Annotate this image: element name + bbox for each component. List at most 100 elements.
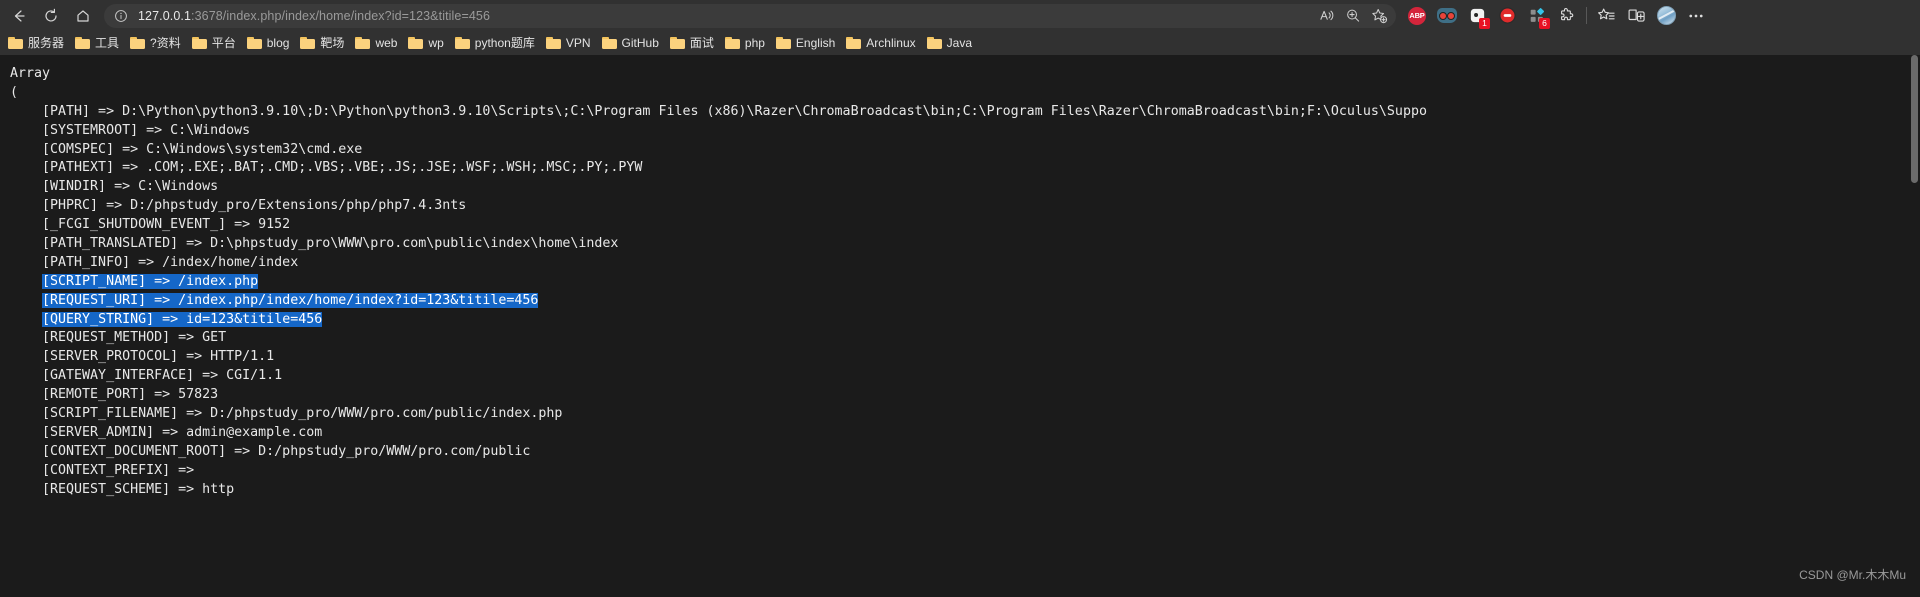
folder-icon [75, 37, 91, 49]
folder-icon [300, 37, 316, 49]
profile-avatar[interactable] [1651, 2, 1681, 30]
dump-header: Array [10, 66, 51, 81]
folder-icon [355, 37, 371, 49]
folder-icon [926, 37, 942, 49]
dump-row: [PATH_INFO] => /index/home/index [10, 254, 299, 270]
bookmark-label: Archlinux [866, 36, 916, 50]
url-host: 127.0.0.1 [138, 8, 192, 23]
dump-row: [GATEWAY_INTERFACE] => CGI/1.1 [10, 368, 283, 384]
bookmark-label: 服务器 [28, 36, 65, 50]
dump-row: [CONTEXT_DOCUMENT_ROOT] => D:/phpstudy_p… [10, 443, 531, 459]
bookmark-label: wp [428, 36, 444, 50]
address-bar[interactable]: 127.0.0.1:3678/index.php/index/home/inde… [104, 3, 1396, 28]
apps-extension-icon[interactable]: 6 [1522, 2, 1552, 30]
bookmark-item[interactable]: Archlinux [842, 33, 921, 53]
folder-icon [191, 37, 207, 49]
scrollbar-thumb[interactable] [1911, 55, 1918, 183]
split-screen-icon[interactable] [1621, 2, 1651, 30]
bookmark-label: 靶场 [320, 36, 345, 50]
zoom-magnifier-icon[interactable] [1340, 5, 1366, 27]
bookmark-item[interactable]: English [772, 33, 841, 53]
dump-row: [REQUEST_URI] => /index.php/index/home/i… [10, 292, 1920, 311]
dump-open-paren: ( [10, 84, 19, 100]
dump-row: [REQUEST_SCHEME] => http [10, 481, 235, 497]
dump-row: [SCRIPT_NAME] => /index.php [10, 273, 1920, 292]
read-aloud-icon[interactable] [1314, 5, 1340, 27]
server-array-dump: Array ( [PATH] => D:\Python\python3.9.10\… [0, 55, 1920, 499]
bookmark-item[interactable]: 靶场 [296, 33, 350, 53]
collections-icon[interactable] [1591, 2, 1621, 30]
selected-text: [REQUEST_URI] => /index.php/index/home/i… [42, 292, 539, 308]
bookmark-item[interactable]: 工具 [71, 33, 125, 53]
browser-toolbar: 127.0.0.1:3678/index.php/index/home/inde… [0, 0, 1920, 31]
back-button[interactable] [4, 3, 34, 29]
bookmark-label: GitHub [621, 36, 659, 50]
bookmark-item[interactable]: blog [243, 33, 296, 53]
bookmark-item[interactable]: GitHub [598, 33, 665, 53]
url-text[interactable]: 127.0.0.1:3678/index.php/index/home/inde… [138, 9, 1314, 23]
extensions-puzzle-icon[interactable] [1552, 2, 1582, 30]
settings-and-more-icon[interactable] [1681, 2, 1711, 30]
bookmark-label: web [375, 36, 398, 50]
add-favorite-star-icon[interactable] [1366, 5, 1392, 27]
bookmark-item[interactable]: VPN [542, 33, 597, 53]
dump-row: [SERVER_PROTOCOL] => HTTP/1.1 [10, 349, 275, 365]
folder-icon [669, 37, 685, 49]
dump-row: [REMOTE_PORT] => 57823 [10, 387, 219, 403]
toolbar-right-icons: ABP 1 6 [1402, 0, 1711, 31]
folder-icon [724, 37, 740, 49]
refresh-button[interactable] [36, 3, 66, 29]
dump-row: [WINDIR] => C:\Windows [10, 179, 219, 195]
bookmark-label: 面试 [689, 36, 714, 50]
robot-extension-icon[interactable] [1432, 2, 1462, 30]
dump-row: [PATH] => D:\Python\python3.9.10\;D:\Pyt… [10, 103, 1427, 119]
toolbar-divider [1586, 7, 1587, 24]
bookmark-label: 平台 [211, 36, 236, 50]
bookmark-item[interactable]: 面试 [666, 33, 720, 53]
bookmark-label: blog [266, 36, 290, 50]
browser-chrome: 127.0.0.1:3678/index.php/index/home/inde… [0, 0, 1920, 55]
folder-icon [601, 37, 617, 49]
home-button[interactable] [68, 3, 98, 29]
notes-badge: 1 [1479, 17, 1490, 29]
dump-row: [SYSTEMROOT] => C:\Windows [10, 122, 251, 138]
bookmark-item[interactable]: python题库 [451, 33, 541, 53]
bookmark-item[interactable]: 平台 [188, 33, 242, 53]
bookmark-item[interactable]: Java [923, 33, 978, 53]
folder-icon [775, 37, 791, 49]
folder-icon [846, 37, 862, 49]
dump-row: [PATHEXT] => .COM;.EXE;.BAT;.CMD;.VBS;.V… [10, 160, 643, 176]
recorder-extension-icon[interactable] [1492, 2, 1522, 30]
bookmark-label: ?资料 [150, 36, 181, 50]
bookmark-label: English [795, 36, 836, 50]
bookmark-label: 工具 [95, 36, 120, 50]
dump-row: [_FCGI_SHUTDOWN_EVENT_] => 9152 [10, 217, 291, 233]
selected-text: [SCRIPT_NAME] => /index.php [42, 273, 259, 289]
folder-icon [545, 37, 561, 49]
adblock-plus-extension-icon[interactable]: ABP [1402, 2, 1432, 30]
notes-extension-icon[interactable]: 1 [1462, 2, 1492, 30]
selected-text: [QUERY_STRING] => id=123&titile=456 [42, 311, 323, 327]
folder-icon [408, 37, 424, 49]
dump-row: [PHPRC] => D:/phpstudy_pro/Extensions/ph… [10, 198, 467, 214]
dump-row: [SCRIPT_FILENAME] => D:/phpstudy_pro/WWW… [10, 406, 563, 422]
abp-label: ABP [1408, 6, 1426, 25]
dump-row: [CONTEXT_PREFIX] => [10, 462, 203, 478]
vertical-scrollbar[interactable] [1909, 55, 1920, 597]
dump-row: [COMSPEC] => C:\Windows\system32\cmd.exe [10, 141, 363, 157]
bookmark-item[interactable]: 服务器 [4, 33, 70, 53]
bookmark-item[interactable]: php [721, 33, 771, 53]
page-content: Array ( [PATH] => D:\Python\python3.9.10\… [0, 55, 1920, 597]
bookmarks-bar: 服务器 工具 ?资料 平台 blog 靶场 web wp python题库 VPN GitHub 面试… [0, 31, 1920, 55]
bookmark-label: Java [946, 36, 972, 50]
dump-row: [SERVER_ADMIN] => admin@example.com [10, 424, 323, 440]
info-circle-icon[interactable] [110, 6, 132, 26]
bookmark-item[interactable]: wp [404, 33, 449, 53]
csdn-watermark: CSDN @Mr.木木Mu [1799, 568, 1906, 582]
folder-icon [454, 37, 470, 49]
bookmark-label: python题库 [474, 36, 535, 50]
apps-badge: 6 [1539, 17, 1550, 29]
bookmark-item[interactable]: ?资料 [126, 33, 187, 53]
dump-row: [REQUEST_METHOD] => GET [10, 330, 227, 346]
bookmark-item[interactable]: web [351, 33, 403, 53]
